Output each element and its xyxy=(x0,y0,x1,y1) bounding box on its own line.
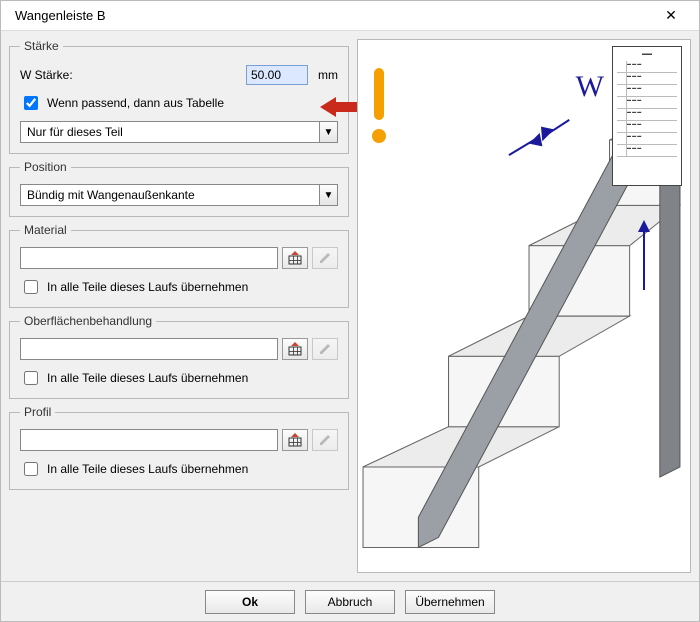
library-button[interactable] xyxy=(282,338,308,360)
preview-pane: W ▬▬ ▬ ▬ ▬ ▬ ▬ ▬ ▬ ▬ ▬ ▬ ▬ ▬ ▬ ▬ ▬ ▬ ▬ ▬… xyxy=(357,39,691,573)
window-title: Wangenleiste B xyxy=(9,8,651,23)
group-position-legend: Position xyxy=(20,160,71,174)
library-icon xyxy=(288,433,302,447)
group-profile-legend: Profil xyxy=(20,405,55,419)
cb-surface-apply-label: In alle Teile dieses Laufs übernehmen xyxy=(47,371,248,385)
library-icon xyxy=(288,342,302,356)
edit-button xyxy=(312,247,338,269)
scope-select[interactable]: Nur für dieses Teil ▼ xyxy=(20,121,338,143)
pencil-icon xyxy=(318,251,332,265)
profile-input[interactable] xyxy=(20,429,278,451)
group-surface: Oberflächenbehandlung xyxy=(9,314,349,399)
chevron-down-icon: ▼ xyxy=(319,185,337,205)
surface-input[interactable] xyxy=(20,338,278,360)
cb-from-table-label: Wenn passend, dann aus Tabelle xyxy=(47,96,224,110)
unit-mm: mm xyxy=(318,68,338,82)
left-column: Stärke W Stärke: mm Wenn passend, dann a… xyxy=(9,39,349,573)
apply-button[interactable]: Übernehmen xyxy=(405,590,495,614)
cb-surface-apply[interactable] xyxy=(24,371,38,385)
exclamation-icon xyxy=(366,68,392,148)
group-staerke-legend: Stärke xyxy=(20,39,63,53)
content-area: Stärke W Stärke: mm Wenn passend, dann a… xyxy=(1,31,699,581)
edit-button xyxy=(312,338,338,360)
cb-profile-apply[interactable] xyxy=(24,462,38,476)
library-button[interactable] xyxy=(282,247,308,269)
cancel-button[interactable]: Abbruch xyxy=(305,590,395,614)
up-arrow-icon xyxy=(634,220,654,290)
w-dimension-label: W xyxy=(576,70,604,104)
edit-button xyxy=(312,429,338,451)
w-staerke-input[interactable] xyxy=(246,65,308,85)
dialog-window: Wangenleiste B ✕ Stärke W Stärke: mm Wen… xyxy=(0,0,700,622)
position-select[interactable]: Bündig mit Wangenaußenkante ▼ xyxy=(20,184,338,206)
cb-profile-apply-label: In alle Teile dieses Laufs übernehmen xyxy=(47,462,248,476)
preview-table-icon: ▬▬ ▬ ▬ ▬ ▬ ▬ ▬ ▬ ▬ ▬ ▬ ▬ ▬ ▬ ▬ ▬ ▬ ▬ ▬ ▬… xyxy=(612,46,682,186)
cb-material-apply-label: In alle Teile dieses Laufs übernehmen xyxy=(47,280,248,294)
scope-select-value: Nur für dieses Teil xyxy=(27,125,123,139)
group-material-legend: Material xyxy=(20,223,71,237)
group-staerke: Stärke W Stärke: mm Wenn passend, dann a… xyxy=(9,39,349,154)
button-bar: Ok Abbruch Übernehmen xyxy=(1,581,699,621)
ok-button[interactable]: Ok xyxy=(205,590,295,614)
group-position: Position Bündig mit Wangenaußenkante ▼ xyxy=(9,160,349,217)
library-icon xyxy=(288,251,302,265)
pencil-icon xyxy=(318,433,332,447)
chevron-down-icon: ▼ xyxy=(319,122,337,142)
library-button[interactable] xyxy=(282,429,308,451)
group-material: Material xyxy=(9,223,349,308)
cb-from-table[interactable] xyxy=(24,96,38,110)
w-staerke-label: W Stärke: xyxy=(20,68,240,82)
cb-material-apply[interactable] xyxy=(24,280,38,294)
close-button[interactable]: ✕ xyxy=(651,2,691,30)
group-profile: Profil xyxy=(9,405,349,490)
pencil-icon xyxy=(318,342,332,356)
position-select-value: Bündig mit Wangenaußenkante xyxy=(27,188,195,202)
group-surface-legend: Oberflächenbehandlung xyxy=(20,314,156,328)
material-input[interactable] xyxy=(20,247,278,269)
titlebar: Wangenleiste B ✕ xyxy=(1,1,699,31)
